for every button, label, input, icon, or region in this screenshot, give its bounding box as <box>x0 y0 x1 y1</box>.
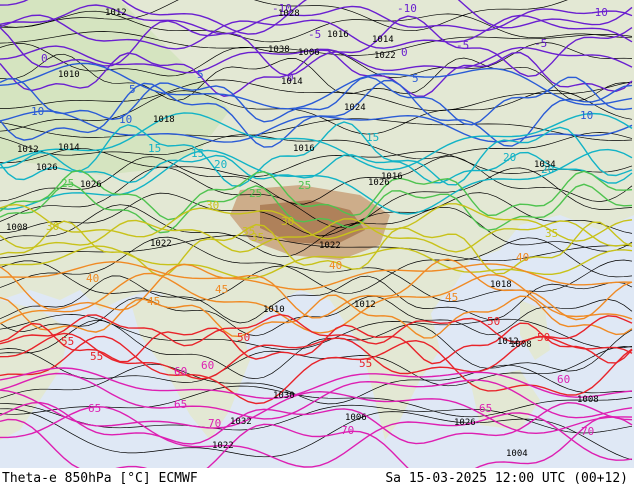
theta-e-label: 25 <box>249 187 262 200</box>
theta-e-label: 0 <box>41 52 48 65</box>
map-canvas: -10 -10-10-5-5-500055510101015 15152020 202… <box>0 0 634 468</box>
isobar-label: 1014 <box>372 35 394 45</box>
theta-e-label: 5 <box>197 68 204 81</box>
theta-e-label: 70 <box>581 425 594 438</box>
theta-e-label: 20 <box>214 158 227 171</box>
valid-time-label: Sa 15-03-2025 12:00 UTC (00+12) <box>385 471 628 486</box>
isobar-label: 1032 <box>230 417 252 427</box>
isobar-label: 1026 <box>80 180 102 190</box>
isobar-label: 1022 <box>150 239 172 249</box>
theta-e-label: 70 <box>341 424 354 437</box>
theta-e-label: 15 <box>366 131 379 144</box>
theta-e-label: 55 <box>90 350 103 363</box>
isobar-label: 1024 <box>344 103 366 113</box>
isobar-label: 1012 <box>354 300 376 310</box>
theta-e-label: 70 <box>208 417 221 430</box>
isobar-label: 1016 <box>293 144 315 154</box>
theta-e-label: 50 <box>487 315 500 328</box>
theta-e-label: 35 <box>242 225 255 238</box>
isobar-label: 1004 <box>506 449 528 459</box>
theta-e-label: 60 <box>201 359 214 372</box>
isobar-label: 1022 <box>319 241 341 251</box>
theta-e-label: -5 <box>456 39 469 52</box>
isobar-label: 1014 <box>58 143 80 153</box>
theta-e-label: -10 <box>397 2 417 15</box>
isobar-label: 1028 <box>278 9 300 19</box>
theta-e-label: 15 <box>191 147 204 160</box>
theta-e-label: 55 <box>61 335 74 348</box>
theta-e-label: 50 <box>237 331 250 344</box>
theta-e-label: 35 <box>545 227 558 240</box>
isobar-label: 1008 <box>6 223 28 233</box>
theta-e-label: 60 <box>174 365 187 378</box>
theta-e-label: 50 <box>537 331 550 344</box>
theta-e-label: -10 <box>588 6 608 19</box>
isobar-label: 1034 <box>534 160 556 170</box>
isobar-label: 1016 <box>381 172 403 182</box>
theta-e-label: 45 <box>445 291 458 304</box>
isobar-label: 1038 <box>268 45 290 55</box>
isobar-label: 1018 <box>153 115 175 125</box>
theta-e-label: 65 <box>479 402 492 415</box>
isobar-label: 1016 <box>327 30 349 40</box>
theta-e-label: 0 <box>401 46 408 59</box>
isobar-label: 1012 <box>105 8 127 18</box>
isobar-label: 1012 <box>17 145 39 155</box>
theta-e-label: 5 <box>129 83 136 96</box>
isobar-label: 1026 <box>36 163 58 173</box>
theta-e-label: 40 <box>86 272 99 285</box>
theta-e-label: -5 <box>534 37 547 50</box>
theta-e-label: 25 <box>61 177 74 190</box>
theta-e-label: -5 <box>308 28 321 41</box>
isobar-label: 1008 <box>510 340 532 350</box>
theta-e-label: 55 <box>359 357 372 370</box>
theta-e-label: 45 <box>215 283 228 296</box>
isobar-label: 1026 <box>454 418 476 428</box>
theta-e-label: 40 <box>329 259 342 272</box>
isobar-label: 1008 <box>577 395 599 405</box>
isobar-label: 1022 <box>374 51 396 61</box>
isobar-label: 1006 <box>298 48 320 58</box>
isobar-label: 1006 <box>345 413 367 423</box>
theta-e-label: 10 <box>31 105 44 118</box>
theta-e-label: 10 <box>580 109 593 122</box>
isobar-label: 1010 <box>263 305 285 315</box>
isobar-label: 1022 <box>212 441 234 451</box>
theta-e-label: 65 <box>88 402 101 415</box>
theta-e-label: 45 <box>147 295 160 308</box>
theta-e-label: 30 <box>281 215 294 228</box>
theta-e-label: 40 <box>516 251 529 264</box>
theta-e-label: 25 <box>298 179 311 192</box>
isobar-label: 1030 <box>273 391 295 401</box>
theta-e-label: 10 <box>119 113 132 126</box>
theta-e-label: 15 <box>148 142 161 155</box>
theta-e-label: 30 <box>206 199 219 212</box>
isobar-label: 1018 <box>490 280 512 290</box>
theta-e-label: 20 <box>503 151 516 164</box>
theta-e-label: 5 <box>412 72 419 85</box>
isobar-label: 1014 <box>281 77 303 87</box>
product-label: Theta-e 850hPa [°C] ECMWF <box>2 471 198 486</box>
theta-e-label: 65 <box>174 398 187 411</box>
theta-e-label: 60 <box>557 373 570 386</box>
map-footer: Theta-e 850hPa [°C] ECMWF Sa 15-03-2025 … <box>0 468 634 490</box>
theta-e-label: 30 <box>46 220 59 233</box>
isobar-label: 1010 <box>58 70 80 80</box>
weather-map: -10 -10 -10 -5 -5 -5 0 0 0 5 5 5 10 10 10 15 15 15 20 20 20 2… <box>0 0 634 468</box>
